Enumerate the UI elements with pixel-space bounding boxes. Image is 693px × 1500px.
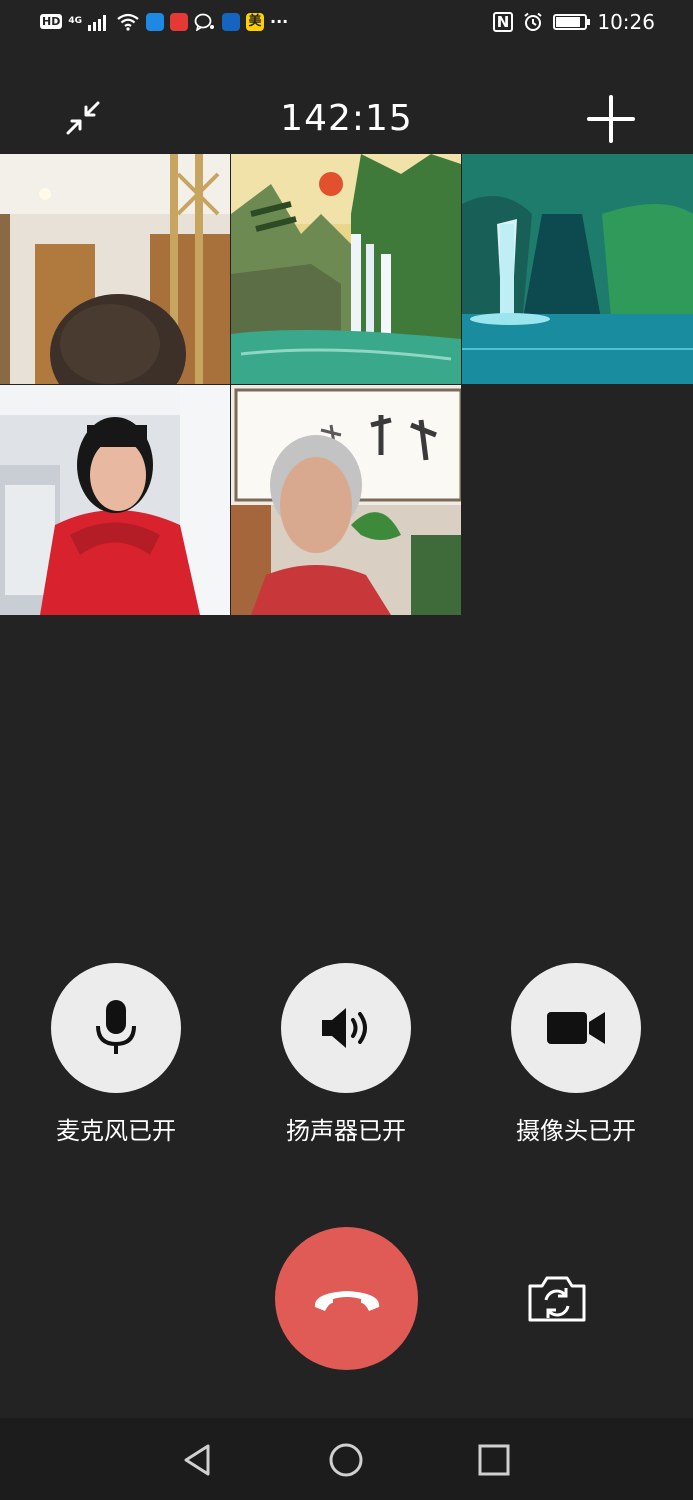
home-circle-icon [329,1443,363,1477]
home-button[interactable] [326,1440,366,1480]
status-time: 10:26 [597,10,655,34]
hang-up-phone-icon [314,1290,379,1311]
hd-badge: HD [40,14,63,29]
camera-label: 摄像头已开 [516,1117,636,1145]
nfc-icon: N [492,12,514,32]
wifi-icon [117,13,139,31]
status-bar: HD 4G 美 ··· N 10:26 [0,0,693,48]
camera-control: 摄像头已开 [496,963,656,1146]
signal-icon [88,14,106,31]
recents-square-icon [478,1444,510,1476]
status-bar-left: HD 4G 美 ··· [40,12,288,31]
app-icon-2 [170,12,188,31]
speaker-label: 扬声器已开 [286,1117,406,1145]
network-type: 4G [68,16,82,26]
navigation-bar [0,1418,693,1500]
microphone-label: 麦克风已开 [56,1117,176,1145]
back-triangle-icon [184,1444,210,1476]
switch-camera-icon [528,1276,586,1322]
video-feed-image [0,385,230,615]
microphone-button[interactable] [51,963,181,1093]
participant-video-5[interactable] [231,385,461,615]
participant-video-2[interactable] [231,154,461,384]
battery-icon [553,14,591,30]
speaker-button[interactable] [281,963,411,1093]
speaker-icon [322,1008,367,1048]
video-grid [0,154,693,616]
app-icon-4 [222,12,240,31]
video-feed-image [231,154,461,384]
hang-up-button[interactable] [275,1227,418,1370]
chat-bubble-icon [194,13,214,31]
more-notifications: ··· [270,12,289,31]
participant-video-3[interactable] [462,154,693,384]
microphone-icon [96,1000,136,1054]
microphone-control: 麦克风已开 [36,963,196,1146]
video-feed-image [0,154,230,384]
flip-camera-button[interactable] [524,1272,590,1326]
status-bar-right: N 10:26 [492,10,655,34]
meituan-icon: 美 [246,12,264,31]
plus-icon [587,95,635,143]
participant-video-4[interactable] [0,385,230,615]
call-controls: 麦克风已开 扬声器已开 摄像头已开 [0,963,693,1153]
video-camera-icon [547,1012,605,1044]
video-feed-image [231,385,461,615]
participant-video-1[interactable] [0,154,230,384]
app-icon-1 [146,12,164,31]
camera-button[interactable] [511,963,641,1093]
video-feed-image [462,154,693,384]
add-participant-button[interactable] [584,92,638,146]
alarm-icon [524,12,542,31]
call-header: 142:15 [0,80,693,154]
speaker-control: 扬声器已开 [266,963,426,1146]
back-button[interactable] [178,1440,218,1480]
recents-button[interactable] [474,1440,514,1480]
